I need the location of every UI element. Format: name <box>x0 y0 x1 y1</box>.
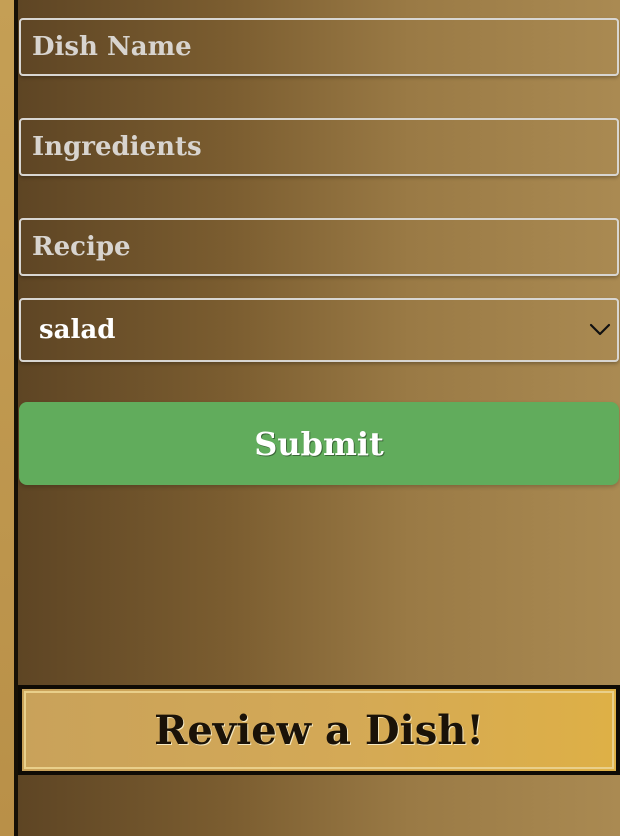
dish-name-input[interactable]: Dish Name <box>19 18 619 76</box>
submit-label: Submit <box>254 424 384 463</box>
category-selected-value: salad <box>39 315 116 345</box>
category-select[interactable]: salad <box>19 298 619 362</box>
recipe-input[interactable]: Recipe <box>19 218 619 276</box>
review-dish-label: Review a Dish! <box>154 706 484 754</box>
recipe-placeholder: Recipe <box>32 232 131 262</box>
chevron-down-icon <box>589 323 611 336</box>
ingredients-placeholder: Ingredients <box>32 132 202 162</box>
left-strip <box>0 0 14 836</box>
review-dish-button[interactable]: Review a Dish! <box>18 685 620 775</box>
submit-button[interactable]: Submit <box>19 402 619 485</box>
ingredients-input[interactable]: Ingredients <box>19 118 619 176</box>
dish-name-placeholder: Dish Name <box>32 32 192 62</box>
